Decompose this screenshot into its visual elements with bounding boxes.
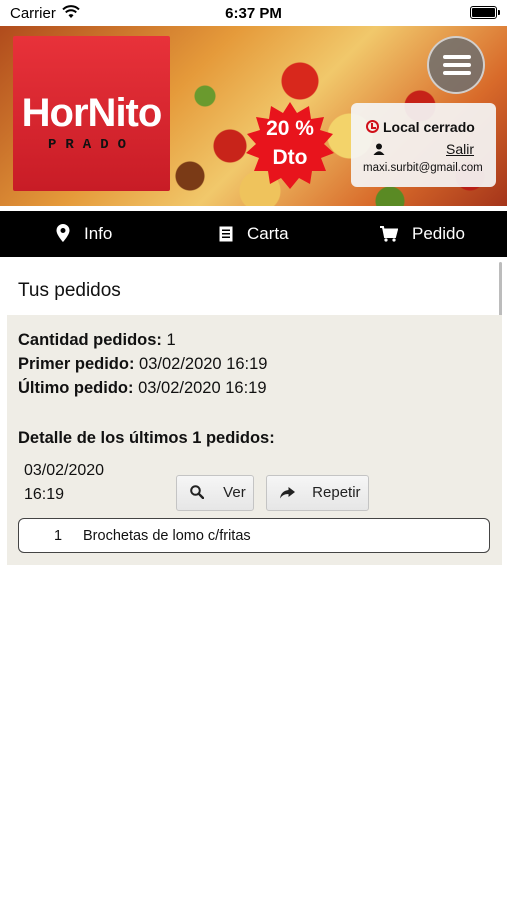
share-arrow-icon (280, 484, 299, 501)
order-item-qty: 1 (54, 528, 63, 544)
first-order-row: Primer pedido: 03/02/2020 16:19 (18, 355, 268, 374)
order-datetime: 03/02/2020 16:19 (24, 459, 104, 507)
view-order-label: Ver (223, 484, 246, 501)
status-bar: Carrier 6:37 PM (0, 0, 507, 26)
map-pin-icon (56, 224, 70, 242)
user-icon (373, 142, 385, 160)
order-count-label: Cantidad pedidos: (18, 331, 162, 349)
order-date: 03/02/2020 (24, 462, 105, 479)
logout-link[interactable]: Salir (446, 141, 474, 157)
hamburger-icon-bar (443, 63, 471, 67)
nav-item-carta[interactable]: Carta (219, 211, 289, 257)
discount-label: Dto (272, 146, 308, 169)
store-status: Local cerrado (366, 119, 475, 135)
order-time: 16:19 (24, 486, 65, 503)
order-count-value: 1 (166, 331, 176, 349)
nav-item-info[interactable]: Info (56, 211, 112, 257)
nav-item-pedido-label: Pedido (412, 224, 465, 243)
discount-percent: 20 % (266, 117, 314, 140)
clock-icon (366, 120, 379, 133)
logo-subtitle: PRADO (47, 137, 135, 153)
user-email: maxi.surbit@gmail.com (363, 162, 483, 174)
nav-item-pedido[interactable]: Pedido (380, 211, 465, 257)
main-nav: Info Carta Pedido (0, 211, 507, 257)
nav-item-carta-label: Carta (247, 224, 289, 243)
restaurant-logo[interactable]: HorNito PRADO (13, 36, 170, 191)
header-banner: HorNito PRADO 20 % Dto Local cerrado Sal… (0, 26, 507, 206)
account-status-card: Local cerrado Salir maxi.surbit@gmail.co… (351, 103, 496, 187)
first-order-value: 03/02/2020 16:19 (139, 355, 268, 373)
nav-item-info-label: Info (84, 224, 113, 243)
hamburger-menu-button[interactable] (427, 36, 485, 94)
search-icon (190, 484, 208, 501)
store-status-text: Local cerrado (383, 119, 475, 135)
order-item-name: Brochetas de lomo c/fritas (83, 528, 251, 544)
battery-icon (470, 6, 500, 19)
last-order-value: 03/02/2020 16:19 (138, 379, 267, 397)
order-count-row: Cantidad pedidos: 1 (18, 331, 176, 350)
discount-badge: 20 % Dto (244, 100, 336, 192)
cart-icon (380, 226, 399, 242)
page-title: Tus pedidos (18, 280, 121, 301)
repeat-order-label: Repetir (312, 484, 361, 501)
menu-list-icon (219, 226, 233, 242)
view-order-button[interactable]: Ver (176, 475, 254, 511)
hamburger-icon (443, 55, 471, 59)
clock-time: 6:37 PM (225, 5, 282, 22)
order-items-list: 1 Brochetas de lomo c/fritas (18, 518, 490, 553)
hamburger-icon-bar (443, 71, 471, 75)
first-order-label: Primer pedido: (18, 355, 135, 373)
last-order-row: Último pedido: 03/02/2020 16:19 (18, 379, 267, 398)
repeat-order-button[interactable]: Repetir (266, 475, 369, 511)
logo-wordmark: HorNito (21, 91, 163, 135)
orders-detail-title: Detalle de los últimos 1 pedidos: (18, 429, 275, 447)
last-order-label: Último pedido: (18, 379, 134, 397)
